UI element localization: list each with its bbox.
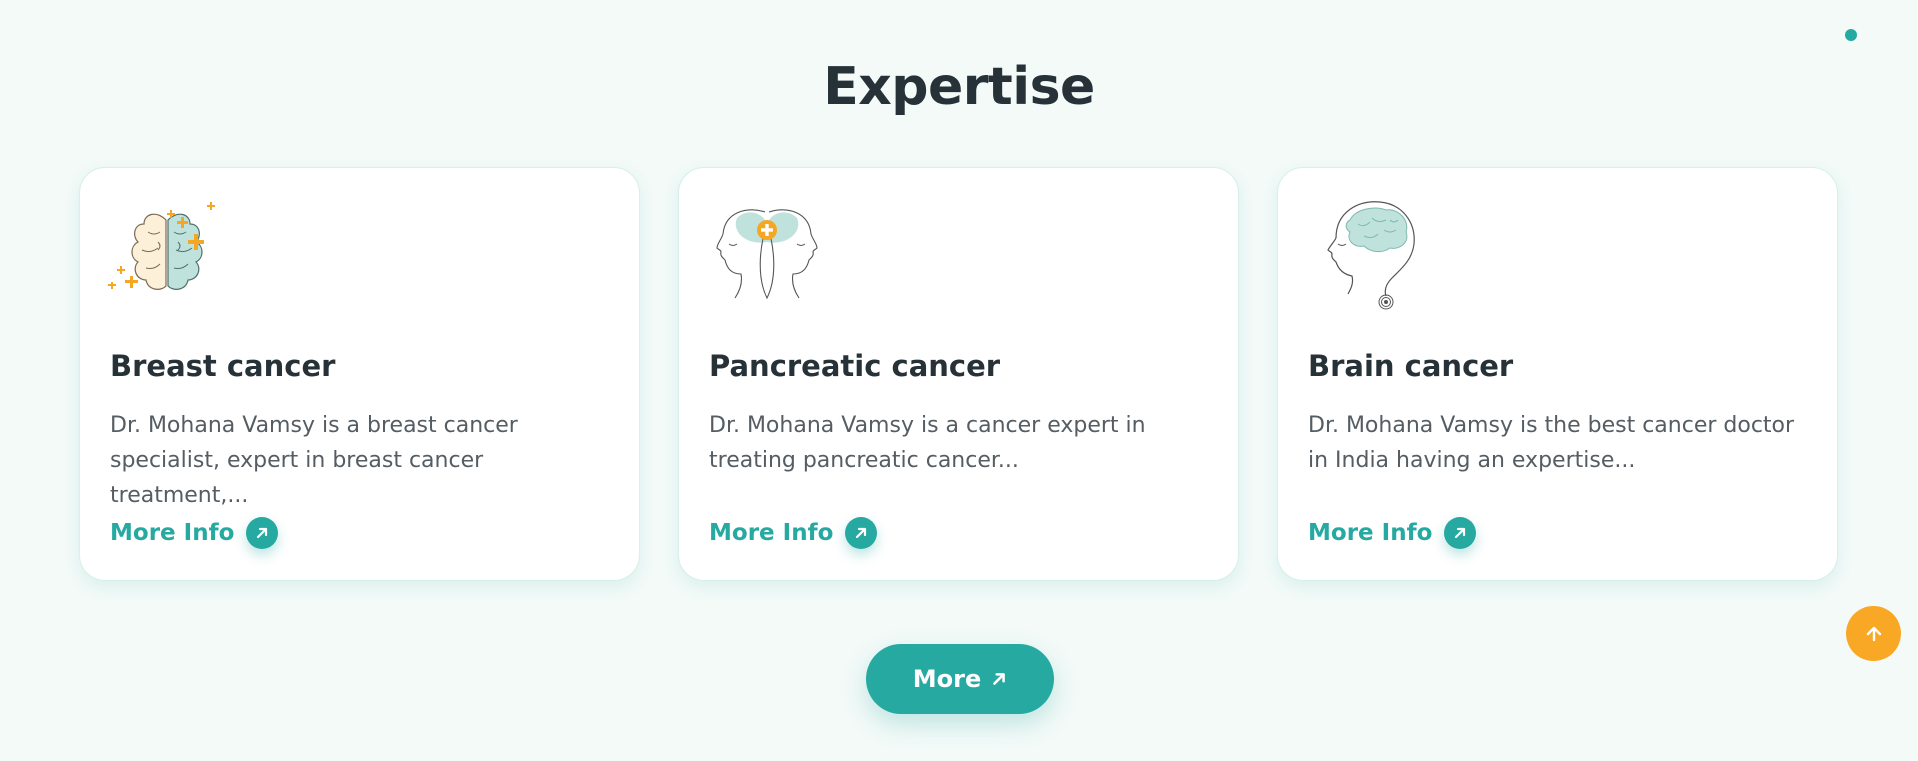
arrow-up-right-icon	[993, 673, 1006, 685]
expertise-card-brain-cancer: Brain cancer Dr. Mohana Vamsy is the bes…	[1277, 167, 1838, 581]
arrow-up-right-icon	[845, 517, 878, 549]
decorative-dot	[1845, 29, 1857, 41]
brain-sparkle-icon	[108, 202, 215, 290]
more-button[interactable]: More	[866, 644, 1054, 714]
card-description: Dr. Mohana Vamsy is a breast cancer spec…	[110, 413, 518, 508]
more-info-label: More Info	[110, 520, 235, 546]
more-info-link-breast-cancer[interactable]: More Info	[110, 517, 279, 549]
more-info-label: More Info	[709, 520, 834, 546]
head-brain-icon	[1327, 201, 1415, 310]
arrow-up-right-icon	[1444, 517, 1477, 549]
more-info-link-brain-cancer[interactable]: More Info	[1308, 517, 1477, 549]
more-button-label: More	[912, 665, 982, 693]
section-title: Expertise	[823, 57, 1095, 117]
more-info-link-pancreatic-cancer[interactable]: More Info	[709, 517, 878, 549]
expertise-card-pancreatic-cancer: Pancreatic cancer Dr. Mohana Vamsy is a …	[678, 167, 1239, 581]
card-title: Pancreatic cancer	[709, 349, 1001, 383]
arrow-up-right-icon	[246, 517, 279, 549]
card-description: Dr. Mohana Vamsy is the best cancer doct…	[1308, 413, 1795, 473]
card-description: Dr. Mohana Vamsy is a cancer expert in t…	[709, 413, 1146, 473]
expertise-card-breast-cancer: Breast cancer Dr. Mohana Vamsy is a brea…	[79, 167, 640, 581]
card-title: Breast cancer	[110, 349, 336, 383]
arrow-up-icon	[1866, 626, 1881, 641]
scroll-to-top-button[interactable]	[1846, 606, 1901, 661]
card-title: Brain cancer	[1308, 349, 1514, 383]
expertise-cards: Breast cancer Dr. Mohana Vamsy is a brea…	[79, 167, 1838, 581]
more-info-label: More Info	[1308, 520, 1433, 546]
two-faces-pancreas-icon	[716, 209, 818, 300]
